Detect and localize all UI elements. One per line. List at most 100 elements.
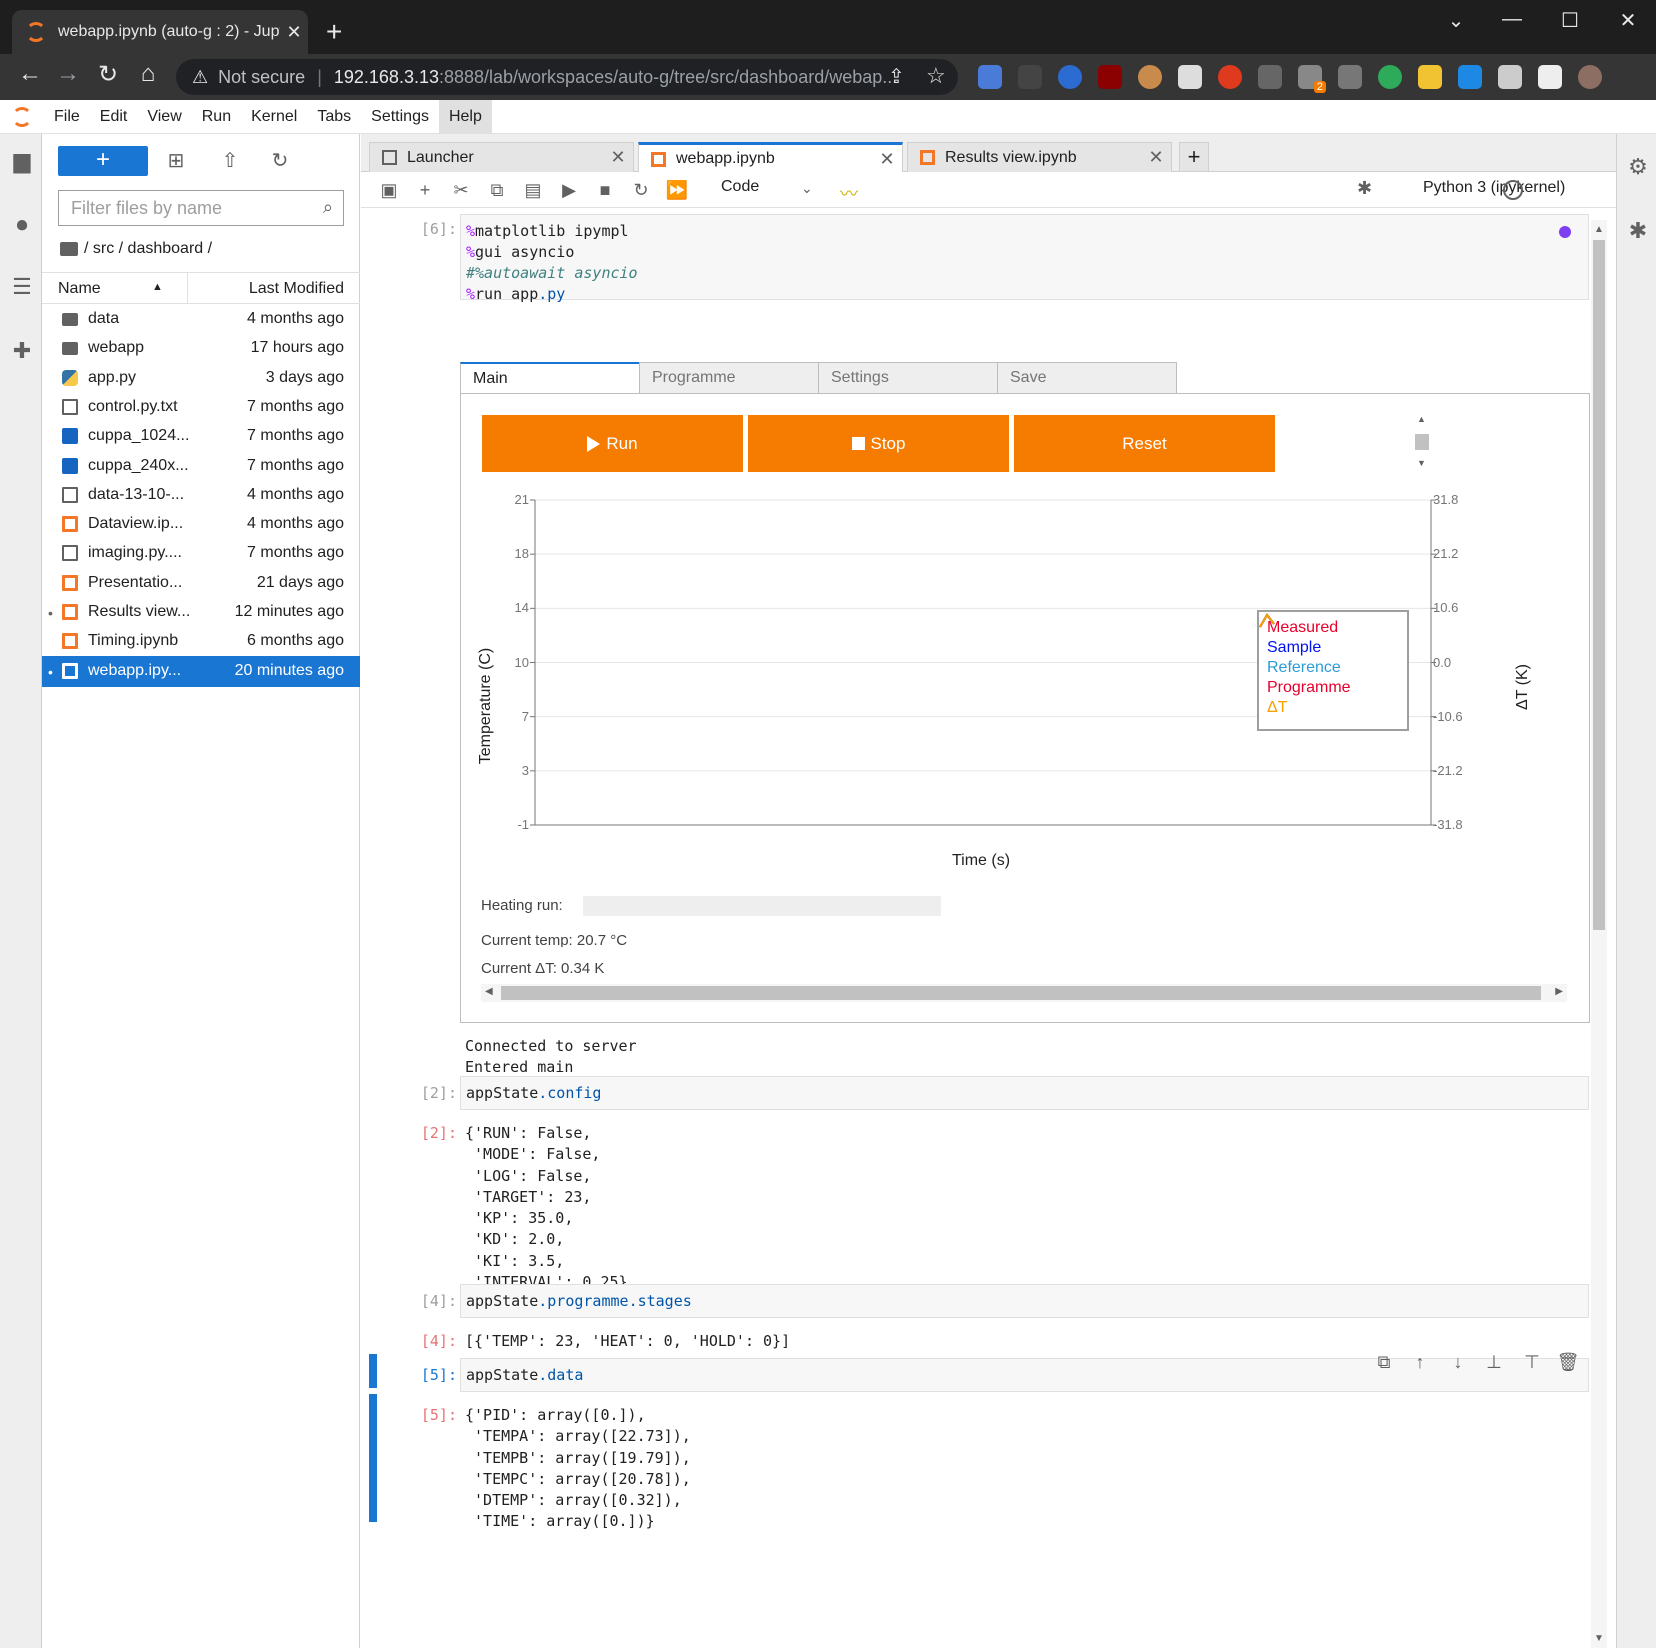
- side-panel-icon[interactable]: [1538, 65, 1562, 89]
- close-icon[interactable]: ✕: [603, 147, 633, 168]
- reset-button[interactable]: Reset: [1014, 415, 1275, 472]
- restart-run-all-icon[interactable]: ⏩: [665, 180, 689, 201]
- file-row[interactable]: imaging.py.... 7 months ago: [42, 538, 360, 569]
- menu-settings[interactable]: Settings: [361, 100, 439, 134]
- azure-extension-icon[interactable]: [1458, 65, 1482, 89]
- insert-cell-above-icon[interactable]: ⊥: [1481, 1352, 1507, 1373]
- download-extension-icon[interactable]: [1418, 65, 1442, 89]
- file-row[interactable]: cuppa_240x... 7 months ago: [42, 451, 360, 482]
- grey-extension-icon[interactable]: [1258, 65, 1282, 89]
- run-cell-icon[interactable]: ▶: [557, 180, 581, 201]
- column-last-modified[interactable]: Last Modified: [249, 280, 344, 298]
- widget-tab-main[interactable]: Main: [460, 362, 640, 395]
- duplicate-cell-icon[interactable]: ⧉: [1371, 1352, 1397, 1373]
- badge-extension-icon[interactable]: 2: [1298, 65, 1326, 93]
- file-row[interactable]: Dataview.ip... 4 months ago: [42, 509, 360, 540]
- menu-help[interactable]: Help: [438, 99, 492, 134]
- running-sessions-icon[interactable]: ⏺: [9, 212, 35, 238]
- scroll-down-arrow-icon[interactable]: ▼: [1594, 1633, 1604, 1644]
- upload-icon[interactable]: ⇧: [216, 148, 244, 173]
- legend-item-measured[interactable]: Measured: [1259, 613, 1407, 638]
- button-row-scrollbar[interactable]: ▲ ▼: [1413, 414, 1431, 470]
- legend-item-delta-t[interactable]: ΔT: [1259, 613, 1407, 718]
- delete-cell-icon[interactable]: 🗑: [1555, 1352, 1581, 1373]
- red-extension-icon[interactable]: [1218, 65, 1242, 89]
- insert-cell-below-icon[interactable]: ⊤: [1519, 1352, 1545, 1373]
- close-icon[interactable]: ✕: [1141, 147, 1171, 168]
- sort-ascending-icon[interactable]: ▲: [152, 281, 163, 293]
- legend-item-reference[interactable]: Reference: [1259, 613, 1407, 678]
- file-row[interactable]: • Results view... 12 minutes ago: [42, 597, 360, 628]
- restart-kernel-icon[interactable]: ↻: [629, 180, 653, 201]
- cut-icon[interactable]: ✂: [449, 180, 473, 201]
- scroll-thumb[interactable]: [1415, 434, 1429, 450]
- menu-view[interactable]: View: [137, 100, 191, 134]
- debugger-bug-icon[interactable]: ✱: [1625, 218, 1651, 244]
- file-row[interactable]: data 4 months ago: [42, 304, 360, 335]
- legend-item-programme[interactable]: Programme: [1259, 613, 1407, 698]
- new-tab-button[interactable]: +: [326, 18, 342, 46]
- bookmark-star-icon[interactable]: ☆: [926, 63, 946, 89]
- shield-extension-icon[interactable]: [1058, 65, 1082, 89]
- folder-icon[interactable]: [60, 242, 78, 256]
- scroll-thumb[interactable]: [501, 986, 1541, 1000]
- extension-manager-icon[interactable]: ✚: [9, 338, 35, 364]
- address-bar[interactable]: ⚠ Not secure | 192.168.3.13 :8888/lab/wo…: [176, 59, 958, 95]
- share-icon[interactable]: ⇪: [888, 64, 905, 89]
- browser-tab[interactable]: webapp.ipynb (auto-g : 2) - Jupyt ✕: [12, 10, 308, 54]
- breadcrumb-path[interactable]: / src / dashboard /: [84, 240, 212, 258]
- tab-search-icon[interactable]: ⌄: [1436, 8, 1476, 33]
- formula-extension-icon[interactable]: [1018, 65, 1042, 89]
- widget-tab-save[interactable]: Save: [997, 362, 1177, 394]
- property-inspector-gear-icon[interactable]: ⚙: [1625, 154, 1651, 180]
- file-row[interactable]: data-13-10-... 4 months ago: [42, 480, 360, 511]
- temperature-chart[interactable]: 21 18 14 10 7 3 -1 31.8 21.2 10.6 0.0 -10.6 -21.2 -3…: [461, 492, 1589, 872]
- widget-tab-settings[interactable]: Settings: [818, 362, 998, 394]
- cell-2-code-editor[interactable]: appState.config: [460, 1076, 1589, 1110]
- kernel-name[interactable]: Python 3 (ipykernel): [1423, 179, 1565, 197]
- scroll-thumb[interactable]: [1593, 240, 1605, 930]
- window-extension-icon[interactable]: [1178, 65, 1202, 89]
- folder-icon[interactable]: ▆: [9, 148, 35, 174]
- scroll-up-arrow-icon[interactable]: ▲: [1417, 414, 1426, 424]
- save-icon[interactable]: ▣: [377, 180, 401, 201]
- tab-webapp-notebook[interactable]: webapp.ipynb ✕: [638, 142, 903, 173]
- legend-item-sample[interactable]: Sample: [1259, 613, 1407, 658]
- file-row[interactable]: app.py 3 days ago: [42, 363, 360, 394]
- cell-6-code-editor[interactable]: %matplotlib ipympl %gui asyncio #%autoaw…: [460, 214, 1589, 303]
- tab-results-view[interactable]: Results view.ipynb ✕: [907, 142, 1172, 172]
- scroll-right-arrow-icon[interactable]: ▶: [1555, 986, 1563, 997]
- close-icon[interactable]: ✕: [280, 22, 308, 43]
- reload-icon[interactable]: ↻: [90, 60, 126, 89]
- scroll-down-arrow-icon[interactable]: ▼: [1417, 458, 1426, 468]
- add-tab-button[interactable]: +: [1179, 142, 1209, 172]
- back-arrow-icon[interactable]: ←: [12, 60, 48, 88]
- debugger-bug-icon[interactable]: ✱: [1357, 178, 1372, 199]
- chevron-down-icon[interactable]: ⌄: [801, 180, 813, 197]
- interrupt-kernel-icon[interactable]: ■: [593, 180, 617, 201]
- run-button[interactable]: Run: [482, 415, 743, 472]
- refresh-icon[interactable]: ↻: [266, 148, 294, 173]
- scroll-up-arrow-icon[interactable]: ▲: [1594, 224, 1604, 235]
- menu-kernel[interactable]: Kernel: [241, 100, 307, 134]
- chart-canvas[interactable]: [461, 492, 1589, 872]
- column-name[interactable]: Name: [58, 280, 101, 298]
- jupyter-widgets-icon[interactable]: 〰: [837, 180, 861, 206]
- insert-cell-icon[interactable]: +: [413, 180, 437, 201]
- new-launcher-button[interactable]: +: [58, 146, 148, 176]
- filter-files-input[interactable]: Filter files by name ⌕: [58, 190, 344, 226]
- glasses-extension-icon[interactable]: [1138, 65, 1162, 89]
- copy-icon[interactable]: ⧉: [485, 180, 509, 201]
- close-window-button[interactable]: ✕: [1608, 8, 1648, 33]
- cell-type-select[interactable]: Code: [721, 178, 759, 196]
- profile-avatar[interactable]: [1578, 65, 1602, 89]
- close-icon[interactable]: ✕: [872, 149, 902, 170]
- file-row[interactable]: Timing.ipynb 6 months ago: [42, 626, 360, 657]
- tab-launcher[interactable]: Launcher ✕: [369, 142, 634, 172]
- trash-extension-icon[interactable]: [1338, 65, 1362, 89]
- menu-run[interactable]: Run: [192, 100, 241, 134]
- minimize-button[interactable]: —: [1492, 8, 1532, 31]
- widget-tab-programme[interactable]: Programme: [639, 362, 819, 394]
- file-row[interactable]: webapp 17 hours ago: [42, 333, 360, 364]
- widget-horizontal-scrollbar[interactable]: ◀ ▶: [481, 984, 1567, 1002]
